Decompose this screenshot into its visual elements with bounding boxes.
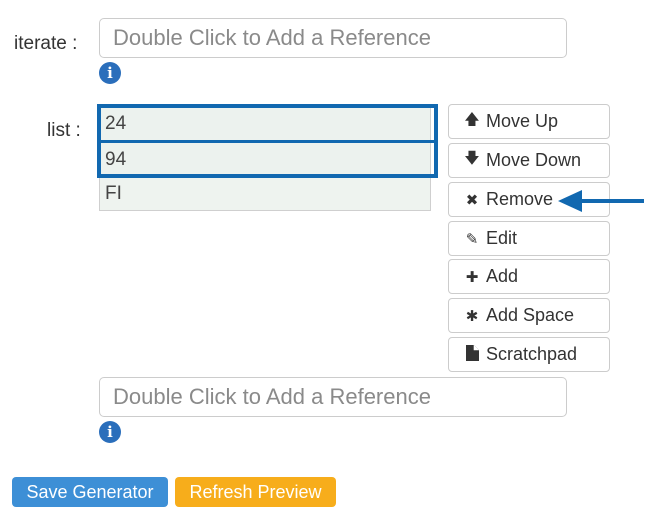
save-generator-button[interactable]: Save Generator — [12, 477, 168, 507]
move-up-button[interactable]: 🡅 Move Up — [448, 104, 610, 139]
list-item[interactable]: 94 — [100, 142, 430, 177]
list-item[interactable]: FI — [100, 176, 430, 211]
pencil-icon: ✎ — [465, 229, 479, 248]
info-icon[interactable]: i — [99, 62, 121, 84]
add-button[interactable]: ✚ Add — [448, 259, 610, 294]
file-icon — [463, 344, 481, 365]
list-select[interactable]: 24 94 FI — [99, 105, 431, 211]
add-space-label: Add Space — [486, 305, 575, 325]
add-label: Add — [486, 266, 519, 286]
iterate-label: iterate : — [14, 33, 78, 54]
iterate-reference-input[interactable] — [99, 18, 567, 58]
edit-label: Edit — [486, 228, 518, 248]
file-icon-glyph — [465, 344, 479, 361]
scratchpad-label: Scratchpad — [486, 344, 578, 364]
info-icon[interactable]: i — [99, 421, 121, 443]
remove-button[interactable]: ✖ Remove — [448, 182, 610, 217]
move-down-label: Move Down — [486, 150, 582, 170]
list-label: list : — [47, 120, 81, 141]
asterisk-icon: ✱ — [465, 306, 479, 325]
add-space-button[interactable]: ✱ Add Space — [448, 298, 610, 333]
selection-highlight-divider — [101, 140, 434, 143]
times-icon: ✖ — [465, 190, 479, 209]
list-reference-input[interactable] — [99, 377, 567, 417]
move-up-label: Move Up — [486, 111, 559, 131]
arrow-up-icon: 🡅 — [464, 110, 480, 128]
generator-form: iterate : i list : 24 94 FI 🡅 Move Up 🡇 … — [0, 0, 649, 521]
arrow-down-icon: 🡇 — [464, 149, 480, 167]
list-item[interactable]: 24 — [100, 106, 430, 141]
move-down-button[interactable]: 🡇 Move Down — [448, 143, 610, 178]
remove-label: Remove — [486, 189, 554, 209]
edit-button[interactable]: ✎ Edit — [448, 221, 610, 256]
refresh-preview-button[interactable]: Refresh Preview — [175, 477, 336, 507]
scratchpad-button[interactable]: Scratchpad — [448, 337, 610, 372]
plus-icon: ✚ — [465, 267, 479, 286]
